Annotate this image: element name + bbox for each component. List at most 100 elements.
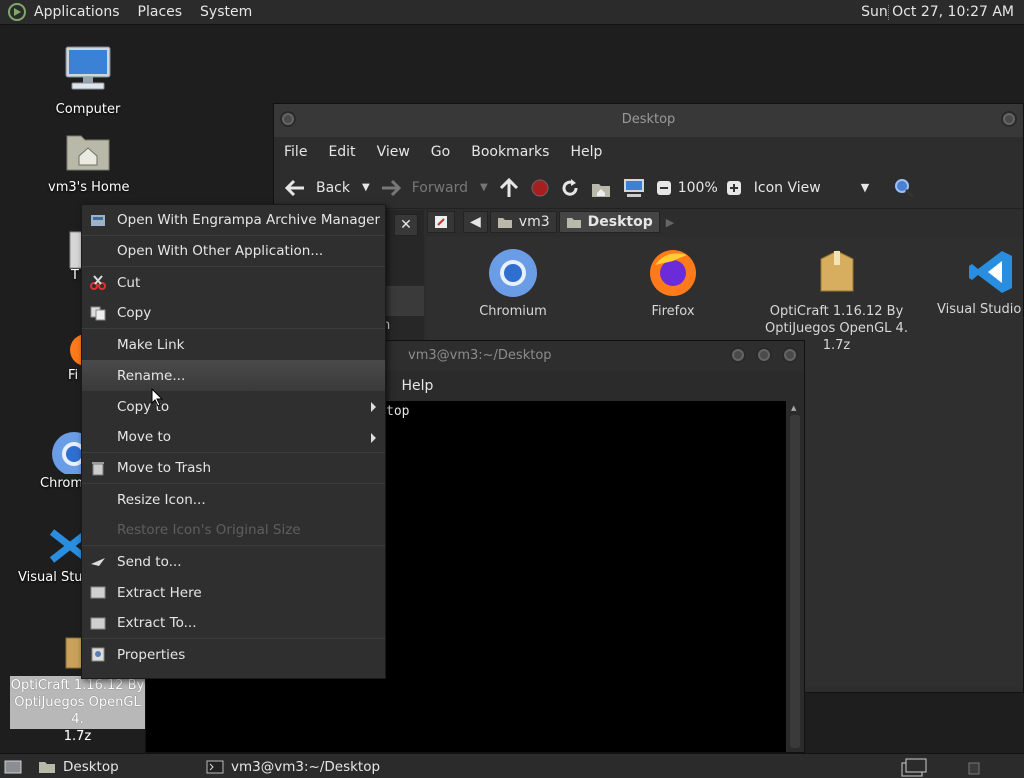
scroll-up-icon[interactable]: ▲	[791, 404, 796, 412]
forward-button[interactable]: Forward ▼	[380, 179, 488, 197]
path-scroll-right[interactable]: ▶	[666, 216, 674, 229]
terminal-scrollbar[interactable]: ▲	[786, 401, 804, 752]
minimize-button[interactable]	[1001, 111, 1017, 127]
trash-icon	[92, 462, 104, 476]
terminal-scroll-thumb[interactable]	[790, 415, 800, 748]
menu-copy-to[interactable]: Copy to	[82, 391, 385, 422]
menu-label: Resize Icon...	[117, 491, 206, 508]
chromium-icon	[489, 249, 537, 297]
desktop-icon-computer[interactable]: Computer	[48, 44, 128, 117]
file-vscode[interactable]: Visual Studio C	[920, 247, 1024, 318]
terminal-close-button[interactable]	[782, 347, 798, 363]
firefox-icon	[650, 250, 696, 296]
menu-cut[interactable]: Cut	[82, 267, 385, 298]
menu-send-to[interactable]: Send to...	[82, 546, 385, 577]
chromium-icon	[52, 432, 96, 476]
view-mode-dropdown-icon: ▼	[860, 181, 870, 194]
crumb-vm3[interactable]: vm3	[489, 211, 557, 233]
applications-menu[interactable]: Applications	[34, 4, 120, 20]
workspace-switcher[interactable]	[900, 757, 930, 776]
menu-move-to[interactable]: Move to	[82, 422, 385, 453]
menu-move-to-trash[interactable]: Move to Trash	[82, 453, 385, 484]
close-sidebar-button[interactable]: ✕	[394, 214, 418, 236]
places-menu[interactable]: Places	[138, 4, 183, 20]
menu-label: Extract To...	[117, 615, 197, 631]
menu-open-with-engrampa[interactable]: Open With Engrampa Archive Manager	[82, 205, 385, 236]
clock[interactable]: Sun Oct 27, 10:27 AM	[861, 4, 1014, 20]
show-desktop-button[interactable]	[4, 757, 22, 776]
workspace-icon	[901, 758, 927, 776]
computer-button[interactable]	[622, 178, 646, 198]
zoom-control[interactable]: 100%	[656, 180, 742, 196]
menu-help[interactable]: Help	[570, 144, 602, 160]
menu-file[interactable]: File	[284, 144, 307, 160]
forward-arrow-icon	[381, 179, 401, 196]
file-firefox-label: Firefox	[651, 304, 695, 319]
home-button[interactable]	[590, 178, 612, 198]
menu-bookmarks[interactable]: Bookmarks	[471, 144, 549, 160]
file-opticraft-line-2: OptiJuegos OpenGL 4.	[765, 321, 908, 336]
file-manager-titlebar[interactable]: Desktop	[274, 104, 1023, 137]
mouse-cursor-icon	[151, 388, 164, 407]
menu-copy[interactable]: Copy	[82, 298, 385, 329]
menu-extract-here[interactable]: Extract Here	[82, 577, 385, 608]
archive-manager-icon	[91, 215, 105, 226]
zoom-out-icon	[656, 180, 671, 195]
menu-go[interactable]: Go	[431, 144, 450, 160]
top-panel: Applications Places System Sun Oct 27, 1…	[0, 0, 1024, 25]
path-bar: ◀ vm3 Desktop ▶	[427, 211, 674, 233]
task-desktop[interactable]: Desktop	[38, 757, 119, 776]
menu-label: Open With Engrampa Archive Manager	[117, 212, 381, 228]
menu-resize-icon[interactable]: Resize Icon...	[82, 484, 385, 515]
system-menu[interactable]: System	[200, 4, 252, 20]
back-button[interactable]: Back ▼	[284, 179, 370, 197]
terminal-minimize-button[interactable]	[730, 347, 746, 363]
view-mode-select[interactable]: Icon View ▼	[752, 180, 869, 196]
back-arrow-icon	[284, 179, 304, 196]
menu-view[interactable]: View	[377, 144, 410, 160]
menu-extract-to[interactable]: Extract To...	[82, 608, 385, 639]
reload-button[interactable]	[560, 178, 580, 198]
menu-label: Cut	[117, 274, 141, 291]
task-terminal[interactable]: vm3@vm3:~/Desktop	[206, 757, 380, 776]
home-folder-icon	[66, 135, 110, 171]
folder-icon	[39, 761, 55, 773]
terminal-maximize-button[interactable]	[756, 347, 772, 363]
stop-icon	[531, 179, 549, 196]
menu-label: Rename...	[117, 367, 186, 384]
menu-edit[interactable]: Edit	[328, 144, 355, 160]
menu-make-link[interactable]: Make Link	[82, 329, 385, 360]
file-firefox[interactable]: Firefox	[598, 247, 748, 320]
up-arrow-icon	[499, 177, 518, 197]
forward-dropdown-icon[interactable]: ▼	[480, 182, 488, 193]
file-chromium[interactable]: Chromium	[438, 247, 588, 320]
opticraft-line-3: 1.7z	[63, 729, 92, 744]
file-chromium-label: Chromium	[479, 304, 547, 319]
desktop-icon-home[interactable]: vm3's Home	[48, 128, 130, 195]
menu-restore-icon-size: Restore Icon's Original Size	[82, 515, 385, 546]
path-scroll-left[interactable]: ◀	[463, 211, 488, 233]
terminal-menu-help[interactable]: Help	[401, 378, 433, 394]
file-manager-menubar: File Edit View Go Bookmarks Help	[274, 137, 1023, 167]
edit-location-button[interactable]	[427, 211, 455, 233]
menu-open-with-other[interactable]: Open With Other Application...	[82, 236, 385, 267]
desktop-icon-opticraft-label[interactable]: OptiCraft 1.16.12 By OptiJuegos OpenGL 4…	[10, 676, 145, 744]
search-button[interactable]	[893, 177, 915, 199]
trash-applet[interactable]	[966, 757, 982, 776]
crumb-desktop[interactable]: Desktop	[558, 211, 660, 233]
crumb-vm3-label: vm3	[518, 214, 550, 230]
terminal-icon	[206, 760, 224, 773]
desktop-icon-vscode[interactable]: Visual Stud	[18, 524, 91, 585]
menu-rename[interactable]: Rename...	[82, 360, 385, 391]
stop-button[interactable]	[530, 178, 550, 198]
file-manager-toolbar: Back ▼ Forward ▼ 100% Icon View ▼	[274, 167, 1023, 209]
back-dropdown-icon[interactable]: ▼	[362, 182, 370, 193]
file-opticraft[interactable]: OptiCraft 1.16.12 By OptiJuegos OpenGL 4…	[754, 247, 919, 354]
menu-label: Open With Other Application...	[117, 243, 324, 259]
mate-logo-icon[interactable]	[8, 3, 26, 21]
up-button[interactable]	[498, 177, 520, 198]
forward-label: Forward	[411, 179, 469, 196]
menu-label: Make Link	[117, 336, 185, 353]
archive-icon	[65, 637, 82, 669]
menu-properties[interactable]: Properties	[82, 639, 385, 670]
